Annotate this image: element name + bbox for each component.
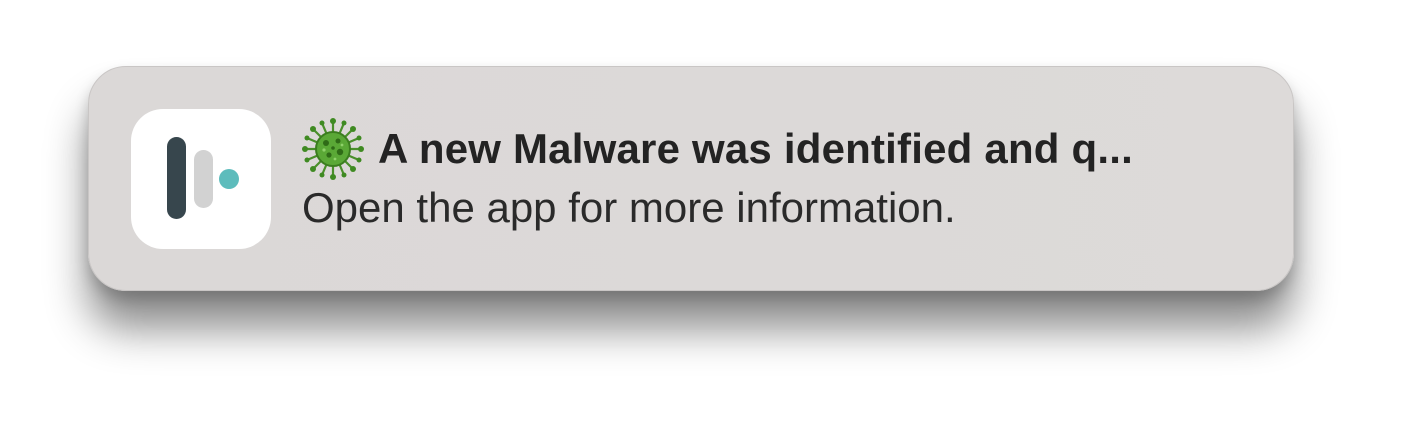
- notification-banner[interactable]: A new Malware was identified and q... Op…: [88, 66, 1294, 291]
- notification-title: A new Malware was identified and q...: [378, 125, 1133, 172]
- notification-title-row: A new Malware was identified and q...: [302, 118, 1133, 180]
- virus-icon: [302, 118, 364, 180]
- app-logo-icon: [131, 109, 271, 249]
- notification-body: Open the app for more information.: [302, 184, 956, 231]
